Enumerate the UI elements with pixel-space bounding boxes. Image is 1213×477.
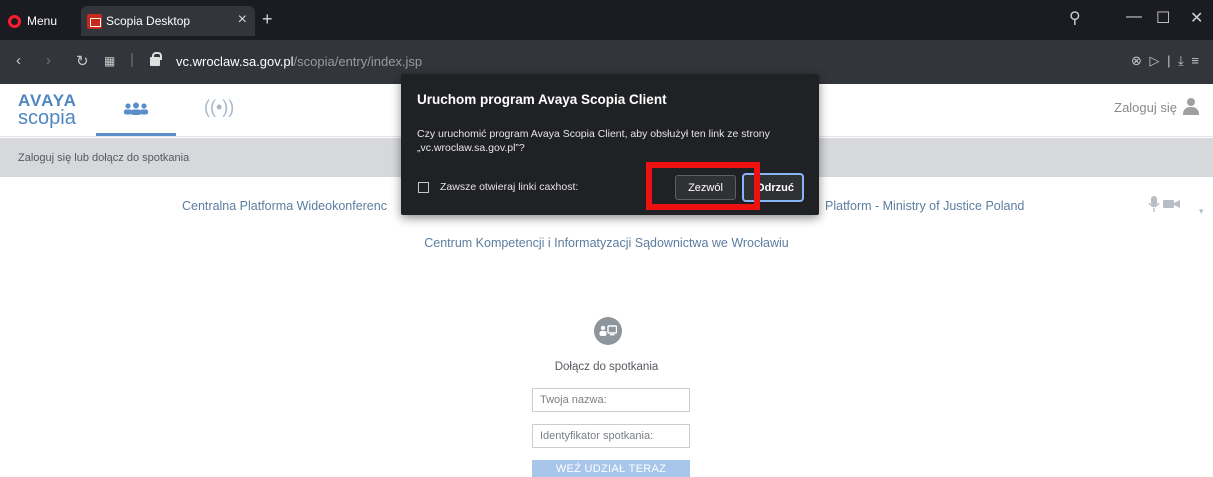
url-host: vc.wroclaw.sa.gov.pl [176, 54, 294, 69]
always-open-label: Zawsze otwieraj linki caxhost: [440, 181, 579, 193]
user-icon[interactable] [1183, 98, 1199, 116]
broadcast-icon[interactable]: ((•)) [204, 97, 234, 118]
search-icon[interactable]: ⚲ [1069, 8, 1081, 28]
close-window-button[interactable]: ✕ [1190, 8, 1203, 28]
menu-label: Menu [27, 14, 58, 28]
address-bar-actions-icon[interactable]: ⊗ ▷ | ⤓ ≡ [1131, 53, 1201, 69]
separator: | [130, 51, 134, 68]
tab-title: Scopia Desktop [106, 14, 191, 28]
opera-menu-button[interactable]: Menu [8, 11, 57, 31]
join-meeting-title: Dołącz do spotkania [554, 361, 659, 373]
login-link[interactable]: Zaloguj się [1114, 100, 1177, 115]
join-meeting-icon [594, 317, 622, 345]
url-path: /scopia/entry/index.jsp [293, 54, 423, 69]
reload-icon[interactable]: ↻ [76, 52, 89, 70]
back-icon[interactable]: ‹ [16, 52, 21, 69]
tab-close-icon[interactable]: × [238, 11, 247, 29]
competence-center-title: Centrum Kompetencji i Informatyzacji Sąd… [424, 236, 789, 250]
reject-button[interactable]: Odrzuć [742, 173, 804, 202]
microphone-camera-icon[interactable] [1148, 196, 1182, 215]
dialog-title: Uruchom program Avaya Scopia Client [417, 92, 667, 107]
forward-icon[interactable]: › [46, 52, 51, 69]
opera-logo-icon [8, 14, 21, 28]
dialog-message: Czy uruchomić program Avaya Scopia Clien… [417, 128, 770, 154]
speed-dial-icon[interactable]: ▦ [104, 54, 115, 68]
avaya-scopia-logo: AVAYA scopia [18, 92, 77, 128]
browser-tab[interactable]: Scopia Desktop × [81, 6, 255, 36]
people-icon [124, 102, 148, 115]
logo-bottom-text: scopia [18, 107, 76, 129]
login-or-join-text: Zaloguj się lub dołącz do spotkania [18, 152, 190, 164]
name-input[interactable] [532, 388, 690, 412]
minimize-button[interactable]: — [1126, 8, 1142, 26]
platform-title-right: Platform - Ministry of Justice Poland [825, 199, 1025, 213]
media-dropdown-chevron-down-icon[interactable]: ▾ [1199, 206, 1204, 217]
lock-icon[interactable] [150, 52, 162, 66]
new-tab-button[interactable]: + [262, 9, 273, 30]
join-now-button[interactable]: WEŹ UDZIAŁ TERAZ [532, 460, 690, 477]
platform-title-left: Centralna Platforma Wideokonferenc [182, 199, 387, 213]
tab-meetings[interactable] [96, 84, 176, 136]
meeting-id-input[interactable] [532, 424, 690, 448]
allow-button[interactable]: Zezwól [675, 175, 736, 200]
always-open-checkbox[interactable] [418, 182, 429, 193]
scopia-favicon-icon [87, 13, 102, 29]
url-field[interactable]: vc.wroclaw.sa.gov.pl/scopia/entry/index.… [176, 54, 422, 69]
browser-tab-bar: Menu Scopia Desktop × + ⚲ — ☐ ✕ [0, 0, 1213, 40]
launch-app-dialog: Uruchom program Avaya Scopia Client Czy … [401, 74, 819, 215]
reject-button-label: Odrzuć [756, 181, 794, 194]
maximize-button[interactable]: ☐ [1156, 8, 1170, 28]
